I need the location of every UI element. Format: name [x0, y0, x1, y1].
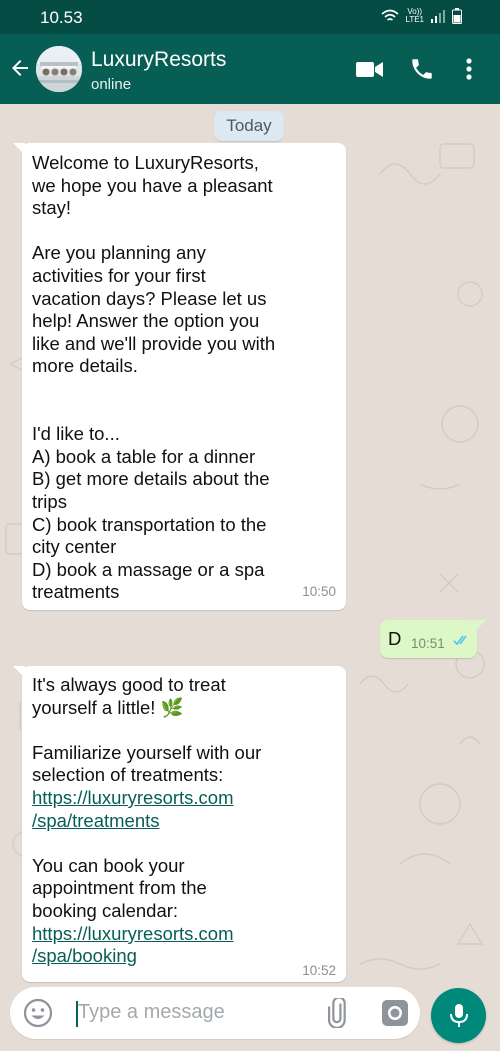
status-bar: 10.53 Vo)) LTE1 — [0, 0, 500, 34]
contact-name[interactable]: LuxuryResorts — [91, 48, 226, 72]
incoming-message-bubble[interactable]: Welcome to LuxuryResorts, we hope you ha… — [13, 143, 346, 610]
message-input[interactable]: Type a message — [10, 987, 420, 1039]
more-options-icon[interactable] — [461, 56, 477, 82]
spa-booking-link[interactable]: https://luxuryresorts.com /spa/booking — [32, 923, 342, 968]
message-text: Familiarize yourself with our selection … — [32, 741, 262, 786]
voice-call-icon[interactable] — [409, 56, 435, 82]
camera-icon[interactable] — [380, 998, 410, 1028]
signal-icon — [431, 10, 445, 23]
date-chip: Today — [214, 111, 284, 141]
double-check-icon — [453, 635, 467, 646]
microphone-icon — [450, 1004, 468, 1027]
message-time: 10:52 — [302, 963, 336, 978]
volte-indicator: Vo)) LTE1 — [405, 8, 424, 24]
message-list[interactable]: Today Welcome to LuxuryResorts, we hope … — [0, 104, 500, 984]
link-text-line-1: https://luxuryresorts.com — [32, 786, 234, 808]
resort-photo-icon — [36, 46, 82, 92]
message-time: 10:50 — [302, 584, 336, 600]
incoming-message-bubble[interactable]: It's always good to treat yourself a lit… — [13, 666, 346, 982]
chat-header: LuxuryResorts online — [0, 34, 500, 104]
message-text: D — [388, 628, 402, 649]
message-text: Welcome to LuxuryResorts, we hope you ha… — [32, 152, 276, 603]
contact-status: online — [91, 76, 132, 93]
link-text-line-2: /spa/treatments — [32, 809, 160, 831]
message-text: It's always good to treat yourself a lit… — [32, 674, 226, 718]
back-arrow-icon[interactable] — [8, 56, 32, 80]
avatar[interactable] — [36, 46, 82, 92]
status-time: 10.53 — [40, 8, 83, 27]
lte-label: LTE1 — [405, 15, 424, 24]
voice-record-button[interactable] — [431, 988, 486, 1043]
message-text: You can book your appointment from the b… — [32, 854, 207, 921]
emoji-icon[interactable] — [23, 998, 53, 1028]
message-time: 10:51 — [411, 636, 445, 651]
status-icons: Vo)) LTE1 — [381, 8, 462, 24]
battery-icon — [452, 8, 462, 24]
link-text-line-2: /spa/booking — [32, 945, 137, 967]
attach-icon[interactable] — [324, 998, 354, 1028]
spa-treatments-link[interactable]: https://luxuryresorts.com /spa/treatment… — [32, 787, 342, 832]
outgoing-message-bubble[interactable]: D 10:51 — [380, 620, 486, 658]
composer: Type a message — [0, 984, 500, 1051]
message-input-placeholder: Type a message — [78, 1001, 225, 1023]
video-call-icon[interactable] — [356, 56, 384, 82]
wifi-icon — [381, 9, 399, 21]
link-text-line-1: https://luxuryresorts.com — [32, 922, 234, 944]
